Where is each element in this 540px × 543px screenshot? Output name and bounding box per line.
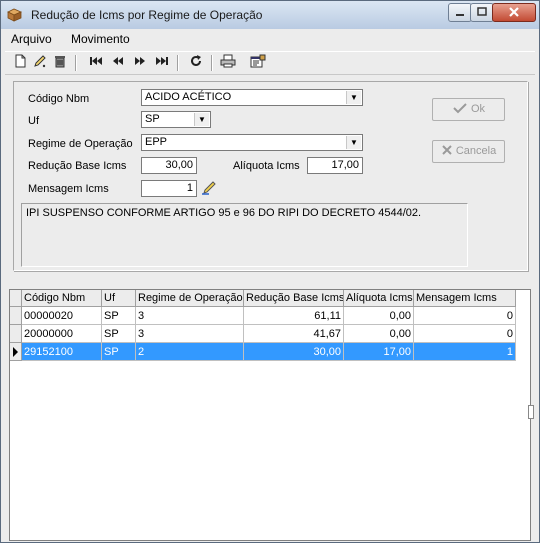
mensagem-memo[interactable]: IPI SUSPENSO CONFORME ARTIGO 95 e 96 DO … xyxy=(21,203,468,267)
refresh-button[interactable] xyxy=(187,54,205,72)
grid-cell[interactable]: 3 xyxy=(136,307,244,325)
grid-cell[interactable]: 41,67 xyxy=(244,325,344,343)
reducao-input[interactable]: 30,00 xyxy=(141,157,197,174)
maximize-icon xyxy=(477,7,487,16)
aliquota-input[interactable]: 17,00 xyxy=(307,157,363,174)
column-header[interactable]: Alíquota Icms xyxy=(344,290,414,307)
trash-icon xyxy=(55,56,65,68)
regime-label: Regime de Operação xyxy=(28,138,133,150)
last-record-button[interactable] xyxy=(153,54,171,72)
grid-cell[interactable]: SP xyxy=(102,307,136,325)
pencil-icon xyxy=(34,55,46,68)
first-record-icon xyxy=(90,57,102,65)
grid-cell[interactable]: 0,00 xyxy=(344,307,414,325)
grid-cell[interactable]: 29152100 xyxy=(22,343,102,361)
mensagem-input[interactable]: 1 xyxy=(141,180,197,197)
ok-button[interactable]: Ok xyxy=(432,98,505,121)
row-indicator[interactable] xyxy=(10,307,22,325)
column-header[interactable]: Uf xyxy=(102,290,136,307)
toolbar-separator xyxy=(177,55,179,71)
properties-button[interactable] xyxy=(249,54,267,72)
column-header[interactable]: Regime de Operação xyxy=(136,290,244,307)
new-button[interactable] xyxy=(11,54,29,72)
menu-bar: Arquivo Movimento xyxy=(5,30,535,48)
regime-select[interactable]: EPP ▼ xyxy=(141,134,363,151)
regime-value: EPP xyxy=(145,136,168,148)
grid-cell[interactable]: 0,00 xyxy=(344,325,414,343)
cancel-x-icon xyxy=(442,145,452,155)
grid-cell[interactable]: 17,00 xyxy=(344,343,414,361)
menu-movimento[interactable]: Movimento xyxy=(71,32,130,46)
close-button[interactable] xyxy=(492,3,536,22)
printer-icon xyxy=(220,54,236,68)
row-indicator[interactable] xyxy=(10,325,22,343)
current-row-arrow-icon xyxy=(13,347,18,357)
grid-cell[interactable]: 3 xyxy=(136,325,244,343)
refresh-icon xyxy=(191,55,201,66)
title-bar[interactable]: Redução de Icms por Regime de Operação xyxy=(1,1,539,29)
grid-cell[interactable]: 0 xyxy=(414,325,516,343)
size-grip[interactable] xyxy=(528,405,534,419)
edit-button[interactable] xyxy=(31,54,49,72)
toolbar xyxy=(5,51,535,75)
aliquota-label: Alíquota Icms xyxy=(233,160,300,172)
codigo-nbm-select[interactable]: ACIDO ACÉTICO ▼ xyxy=(141,89,363,106)
uf-value: SP xyxy=(145,113,160,125)
menu-arquivo[interactable]: Arquivo xyxy=(11,32,52,46)
main-window: Redução de Icms por Regime de Operação A… xyxy=(0,0,540,543)
window-title: Redução de Icms por Regime de Operação xyxy=(31,8,263,22)
maximize-button[interactable] xyxy=(470,3,494,22)
grid-cell[interactable]: 0 xyxy=(414,307,516,325)
pen-icon[interactable] xyxy=(201,181,217,195)
last-record-icon xyxy=(156,57,168,65)
ok-button-label: Ok xyxy=(471,103,486,115)
toolbar-separator xyxy=(211,55,213,71)
close-icon xyxy=(509,7,519,17)
cancel-button[interactable]: Cancela xyxy=(432,140,505,163)
cancel-button-label: Cancela xyxy=(455,145,497,157)
grid-cell[interactable]: 61,11 xyxy=(244,307,344,325)
column-header[interactable]: Redução Base Icms xyxy=(244,290,344,307)
print-button[interactable] xyxy=(219,54,237,72)
column-header[interactable]: Mensagem Icms xyxy=(414,290,516,307)
grid-cell[interactable]: 00000020 xyxy=(22,307,102,325)
previous-record-button[interactable] xyxy=(109,54,127,72)
chevron-down-icon[interactable]: ▼ xyxy=(346,136,361,149)
first-record-button[interactable] xyxy=(87,54,105,72)
grid-corner xyxy=(10,290,22,307)
mensagem-label: Mensagem Icms xyxy=(28,183,109,195)
records-grid: Código Nbm Uf Regime de Operação Redução… xyxy=(9,289,531,541)
minimize-icon xyxy=(456,14,464,16)
chevron-down-icon[interactable]: ▼ xyxy=(346,91,361,104)
codigo-nbm-value: ACIDO ACÉTICO xyxy=(145,91,232,103)
grid-cell[interactable]: 30,00 xyxy=(244,343,344,361)
toolbar-separator xyxy=(75,55,77,71)
column-header[interactable]: Código Nbm xyxy=(22,290,102,307)
checkmark-icon xyxy=(453,103,467,114)
app-box-icon xyxy=(7,8,22,22)
grid-cell[interactable]: SP xyxy=(102,325,136,343)
grid-cell[interactable]: SP xyxy=(102,343,136,361)
codigo-nbm-label: Código Nbm xyxy=(28,93,90,105)
chevron-down-icon[interactable]: ▼ xyxy=(194,113,209,126)
previous-record-icon xyxy=(113,57,123,65)
properties-icon xyxy=(250,54,266,68)
new-document-icon xyxy=(15,54,26,68)
delete-button[interactable] xyxy=(51,54,69,72)
reducao-label: Redução Base Icms xyxy=(28,160,127,172)
next-record-icon xyxy=(135,57,145,65)
row-indicator[interactable] xyxy=(10,343,22,361)
grid-cell[interactable]: 2 xyxy=(136,343,244,361)
minimize-button[interactable] xyxy=(448,3,472,22)
grid-cell[interactable]: 20000000 xyxy=(22,325,102,343)
uf-select[interactable]: SP ▼ xyxy=(141,111,211,128)
next-record-button[interactable] xyxy=(131,54,149,72)
grid-cell[interactable]: 1 xyxy=(414,343,516,361)
uf-label: Uf xyxy=(28,115,39,127)
